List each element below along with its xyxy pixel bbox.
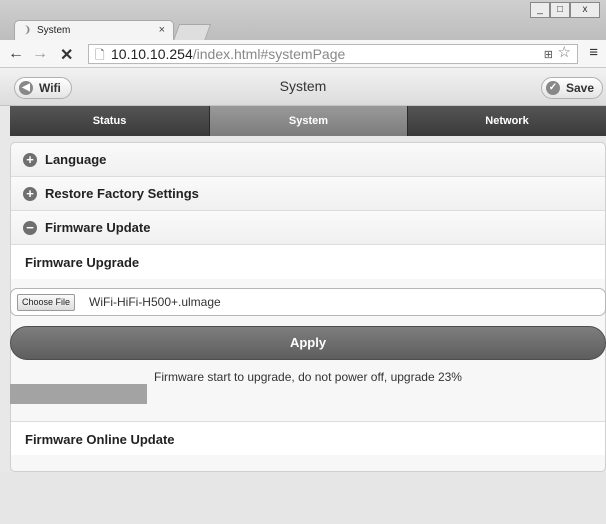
close-window-button[interactable]: x (570, 2, 600, 18)
upgrade-status-text: Firmware start to upgrade, do not power … (154, 370, 462, 384)
new-tab-button[interactable] (172, 24, 212, 41)
address-bar[interactable]: 🗋 10.10.10.254/index.html#systemPage ⊞ ☆ (88, 44, 578, 64)
url-text: 10.10.10.254/index.html#systemPage (111, 45, 345, 63)
check-icon: ✓ (546, 81, 560, 95)
stop-loading-icon[interactable]: ✕ (60, 45, 73, 65)
firmware-upgrade-label: Firmware Upgrade (25, 255, 140, 270)
browser-tab[interactable]: ❩ System × (14, 20, 174, 40)
page-bottom-area (0, 472, 606, 524)
choose-file-button[interactable]: Choose File (17, 294, 76, 311)
page-title: System (279, 78, 327, 94)
minimize-button[interactable]: _ (530, 2, 550, 18)
upgrade-progress-bar (10, 384, 606, 404)
menu-icon[interactable]: ≡ (589, 44, 598, 61)
maximize-button[interactable]: □ (550, 2, 570, 18)
minus-icon: − (23, 221, 37, 235)
browser-titlebar: ❩ System × _ □ x (0, 0, 606, 41)
url-host: 10.10.10.254 (111, 46, 193, 62)
firmware-online-row[interactable]: Firmware Online Update (11, 421, 605, 455)
plus-icon: + (23, 187, 37, 201)
firmware-update-label: Firmware Update (45, 220, 151, 235)
translate-icon[interactable]: ⊞ (544, 46, 553, 64)
selected-file-name: WiFi-HiFi-H500+.ulmage (89, 295, 221, 309)
browser-toolbar: ← → ✕ 🗋 10.10.10.254/index.html#systemPa… (0, 40, 606, 68)
upgrade-progress-fill (10, 384, 148, 404)
firmware-update-section-header[interactable]: − Firmware Update (11, 211, 605, 245)
navbar: Status System Network (10, 106, 606, 136)
tab-close-icon[interactable]: × (159, 24, 165, 36)
star-icon[interactable]: ☆ (558, 44, 571, 62)
url-path: /index.html#systemPage (192, 46, 346, 62)
restore-label: Restore Factory Settings (45, 186, 199, 201)
restore-section-header[interactable]: + Restore Factory Settings (11, 177, 605, 211)
tab-status[interactable]: Status (10, 106, 210, 136)
page-icon: 🗋 (95, 48, 105, 62)
app-header: ◀ Wifi System ✓ Save (0, 68, 606, 106)
language-label: Language (45, 152, 107, 167)
plus-icon: + (23, 153, 37, 167)
apply-button[interactable]: Apply (10, 326, 606, 360)
tab-title: System (37, 25, 71, 36)
back-arrow-icon[interactable]: ← (8, 45, 24, 63)
save-button-label: Save (566, 81, 595, 95)
tab-network[interactable]: Network (408, 106, 606, 136)
firmware-upgrade-row: Firmware Upgrade (11, 245, 605, 279)
tab-system[interactable]: System (210, 106, 408, 136)
firmware-online-label: Firmware Online Update (25, 432, 175, 447)
forward-arrow-icon[interactable]: → (32, 45, 48, 63)
save-button[interactable]: ✓ Save (541, 77, 603, 99)
file-input[interactable]: Choose File WiFi-HiFi-H500+.ulmage (10, 288, 606, 316)
tab-favicon-icon: ❩ (23, 25, 32, 36)
language-section-header[interactable]: + Language (11, 143, 605, 177)
